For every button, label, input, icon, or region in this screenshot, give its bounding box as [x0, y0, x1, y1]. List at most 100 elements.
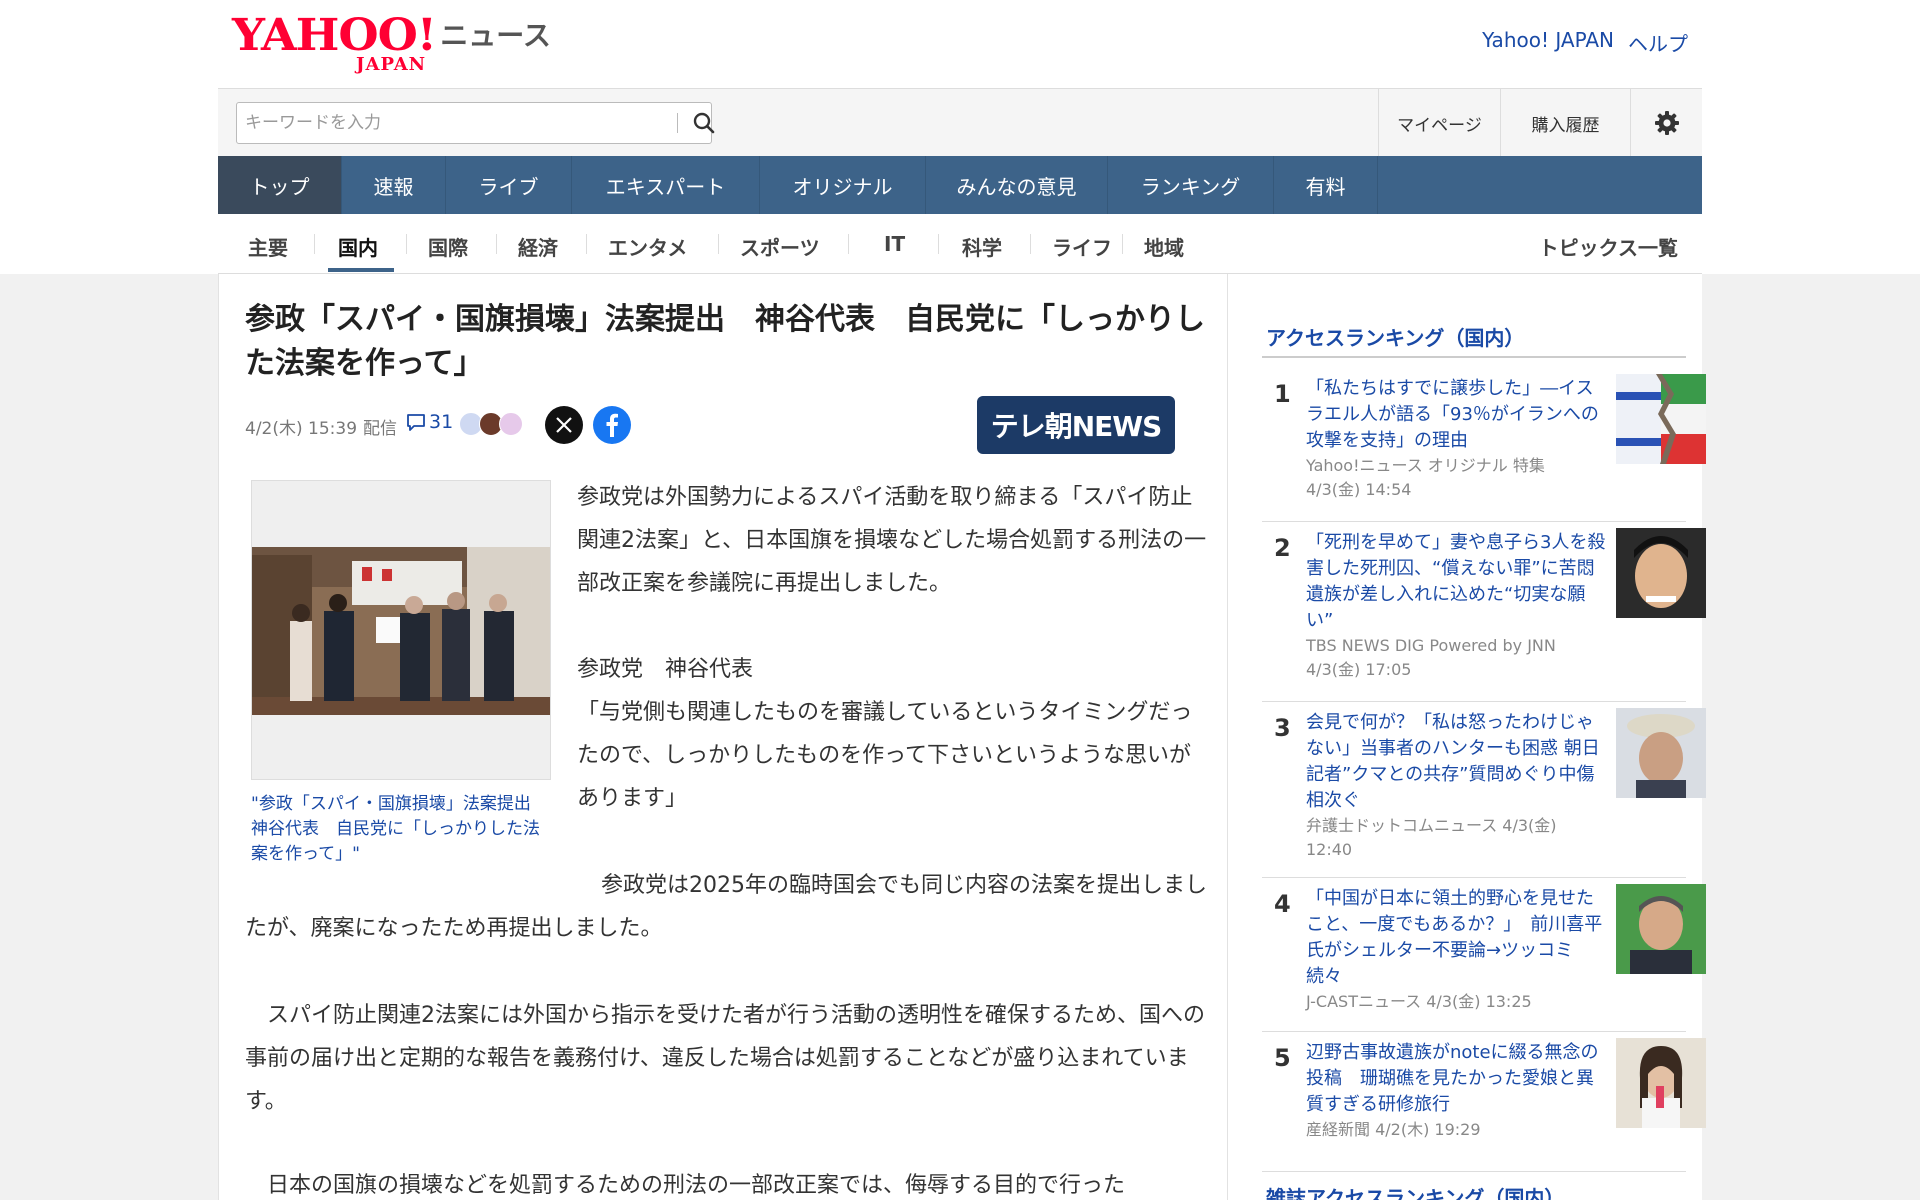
nav-expert[interactable]: エキスパート	[572, 156, 760, 214]
rank-thumbnail	[1616, 708, 1706, 798]
subnav-sports[interactable]: スポーツ	[740, 232, 820, 261]
rank-number: 3	[1274, 714, 1291, 742]
gear-icon	[1654, 111, 1679, 135]
subnav-it[interactable]: IT	[884, 232, 905, 256]
article-delivered-label: 配信	[363, 419, 398, 439]
rank-time: 12:40	[1306, 840, 1353, 859]
rank-source: J-CASTニュース 4/3(金) 13:25	[1306, 990, 1606, 1014]
purchase-history-link[interactable]: 購入履歴	[1500, 89, 1630, 157]
rank-thumbnail	[1616, 884, 1706, 974]
subnav-main[interactable]: 主要	[248, 232, 288, 261]
article-paragraph: 日本の国旗の損壊などを処罰するための刑法の一部改正案では、侮辱する目的で行った	[245, 1164, 1207, 1200]
photo-caption[interactable]: "参政「スパイ・国旗損壊」法案提出 神谷代表 自民党に「しっかりした法案を作って…	[251, 792, 551, 867]
nav-opinions[interactable]: みんなの意見	[926, 156, 1108, 214]
subnav-science[interactable]: 科学	[962, 232, 1002, 261]
media-logo[interactable]: テレ朝NEWS	[977, 396, 1175, 454]
nav-paid[interactable]: 有料	[1274, 156, 1378, 214]
mypage-link[interactable]: マイページ	[1378, 89, 1500, 157]
magazine-ranking-heading[interactable]: 雑誌アクセスランキング（国内）	[1266, 1182, 1564, 1200]
rank-number: 5	[1274, 1044, 1291, 1072]
rank-source-name: Yahoo!ニュース オリジナル 特集	[1306, 456, 1545, 475]
help-link[interactable]: ヘルプ	[1628, 28, 1688, 57]
comments-link[interactable]: 31	[405, 411, 453, 433]
rank-number: 2	[1274, 534, 1291, 562]
ranking-heading-rule	[1262, 356, 1686, 358]
comment-count: 31	[429, 411, 454, 433]
rank-source: 弁護士ドットコムニュース 4/3(金) 12:40	[1306, 814, 1606, 862]
subnav-entertainment[interactable]: エンタメ	[608, 232, 687, 261]
nav-breaking[interactable]: 速報	[342, 156, 446, 214]
press-photo	[252, 547, 550, 715]
search-icon	[693, 112, 715, 134]
nav-original[interactable]: オリジナル	[760, 156, 926, 214]
ranking-item[interactable]: 2 「死刑を早めて」妻や息子ら3人を殺害した死刑囚、“償えない罪”に苦悶 遺族が…	[1262, 522, 1706, 702]
rank-title[interactable]: 会見で何が？「私は怒ったわけじゃない」当事者のハンターも困惑 朝日記者”クマとの…	[1306, 710, 1606, 814]
article-paragraph: スパイ防止関連2法案には外国から指示を受けた者が行う活動の透明性を確保するため、…	[245, 994, 1207, 1123]
nav-ranking[interactable]: ランキング	[1108, 156, 1274, 214]
article-paragraph: 参政党は外国勢力によるスパイ活動を取り締まる「スパイ防止関連2法案」と、日本国旗…	[577, 485, 1207, 596]
rank-source-name: J-CASTニュース 4/3(金) 13:25	[1306, 992, 1532, 1011]
subnav-active-indicator	[328, 268, 394, 272]
search-input[interactable]	[245, 109, 655, 137]
rank-time: 4/3(金) 17:05	[1306, 660, 1412, 679]
logo-japan-text: JAPAN	[356, 54, 427, 75]
share-x-button[interactable]	[545, 406, 583, 444]
subnav-divider	[314, 234, 315, 254]
article-meta: 4/2(木) 15:39 配信	[245, 414, 397, 439]
yahoo-japan-link[interactable]: Yahoo! JAPAN	[1482, 28, 1614, 57]
rank-time: 4/3(金) 14:54	[1306, 480, 1412, 499]
rank-title[interactable]: 「中国が日本に領土的野心を見せたこと、一度でもあるか？」 前川喜平氏がシェルター…	[1306, 886, 1606, 990]
sub-nav: 主要 国内 国際 経済 エンタメ スポーツ IT 科学 ライフ 地域 トピックス…	[218, 214, 1702, 274]
article-body-lead: 参政党は外国勢力によるスパイ活動を取り締まる「スパイ防止関連2法案」と、日本国旗…	[577, 476, 1207, 820]
ranking-item[interactable]: 3 会見で何が？「私は怒ったわけじゃない」当事者のハンターも困惑 朝日記者”クマ…	[1262, 702, 1706, 878]
subnav-life[interactable]: ライフ	[1052, 232, 1112, 261]
ranking-item[interactable]: 4 「中国が日本に領土的野心を見せたこと、一度でもあるか？」 前川喜平氏がシェル…	[1262, 878, 1706, 1032]
rank-thumbnail	[1616, 1038, 1706, 1128]
rank-thumbnail	[1616, 374, 1706, 464]
rank-title[interactable]: 「死刑を早めて」妻や息子ら3人を殺害した死刑囚、“償えない罪”に苦悶 遺族が差し…	[1306, 530, 1613, 634]
subnav-divider	[406, 234, 407, 254]
main-nav: トップ 速報 ライブ エキスパート オリジナル みんなの意見 ランキング 有料	[218, 156, 1702, 214]
rank-source-name: TBS NEWS DIG Powered by JNN	[1306, 636, 1556, 655]
nav-live[interactable]: ライブ	[446, 156, 572, 214]
speaker-label: 参政党 神谷代表	[577, 657, 754, 682]
photo-illustration	[252, 547, 550, 715]
rank-source: Yahoo!ニュース オリジナル 特集 4/3(金) 14:54	[1306, 454, 1606, 502]
share-facebook-button[interactable]	[593, 406, 631, 444]
subnav-domestic[interactable]: 国内	[338, 232, 378, 261]
rank-source: TBS NEWS DIG Powered by JNN 4/3(金) 17:05	[1306, 634, 1606, 682]
logo-yahoo-text: YAHOO!	[232, 10, 437, 61]
sidebar: アクセスランキング（国内） 1 「私たちはすでに譲歩した」―イスラエル人が語る「…	[1228, 274, 1706, 1200]
subnav-local[interactable]: 地域	[1144, 232, 1184, 261]
article-photo[interactable]	[251, 480, 551, 780]
reaction-faces[interactable]	[459, 412, 523, 436]
rank-thumbnail	[1616, 528, 1706, 618]
subnav-world[interactable]: 国際	[428, 232, 468, 261]
article-title: 参政「スパイ・国旗損壊」法案提出 神谷代表 自民党に「しっかりした法案を作って」	[245, 302, 1205, 381]
rank-source-name: 弁護士ドットコムニュース 4/3(金)	[1306, 816, 1557, 835]
subnav-divider	[718, 234, 719, 254]
reaction-face-icon	[499, 412, 523, 436]
yahoo-news-logo[interactable]: YAHOO! JAPAN ニュース	[232, 10, 551, 75]
subnav-divider	[586, 234, 587, 254]
ranking-item[interactable]: 5 辺野古事故遺族がnoteに綴る無念の投稿 珊瑚礁を見たかった愛娘と異質すぎる…	[1262, 1032, 1706, 1172]
search-button[interactable]	[687, 106, 721, 140]
subnav-divider	[848, 234, 849, 254]
ranking-heading[interactable]: アクセスランキング（国内）	[1266, 322, 1524, 351]
subnav-economy[interactable]: 経済	[518, 232, 558, 261]
rank-source-name: 産経新聞 4/2(木) 19:29	[1306, 1120, 1481, 1139]
header-links: Yahoo! JAPAN ヘルプ	[1482, 28, 1688, 57]
ranking-item[interactable]: 1 「私たちはすでに譲歩した」―イスラエル人が語る「93％がイランへの攻撃を支持…	[1262, 368, 1706, 522]
nav-top[interactable]: トップ	[218, 156, 342, 214]
rank-source: 産経新聞 4/2(木) 19:29	[1306, 1118, 1606, 1142]
article-paragraph: 参政党は2025年の臨時国会でも同じ内容の法案を提出しましたが、廃案になったため…	[245, 864, 1207, 950]
article-paragraph-text: 日本の国旗の損壊などを処罰するための刑法の一部改正案では、侮辱する目的で行った	[267, 1173, 1126, 1198]
settings-button[interactable]	[1630, 89, 1702, 157]
page-wrapper: YAHOO! JAPAN ニュース Yahoo! JAPAN ヘルプ マイページ…	[218, 0, 1706, 1200]
subnav-divider	[1122, 234, 1123, 254]
rank-title[interactable]: 「私たちはすでに譲歩した」―イスラエル人が語る「93％がイランへの攻撃を支持」の…	[1306, 376, 1606, 454]
subnav-divider	[496, 234, 497, 254]
topics-list-link[interactable]: トピックス一覧	[1539, 232, 1678, 261]
rank-title[interactable]: 辺野古事故遺族がnoteに綴る無念の投稿 珊瑚礁を見たかった愛娘と異質すぎる研修…	[1306, 1040, 1606, 1118]
search-box	[236, 102, 715, 144]
